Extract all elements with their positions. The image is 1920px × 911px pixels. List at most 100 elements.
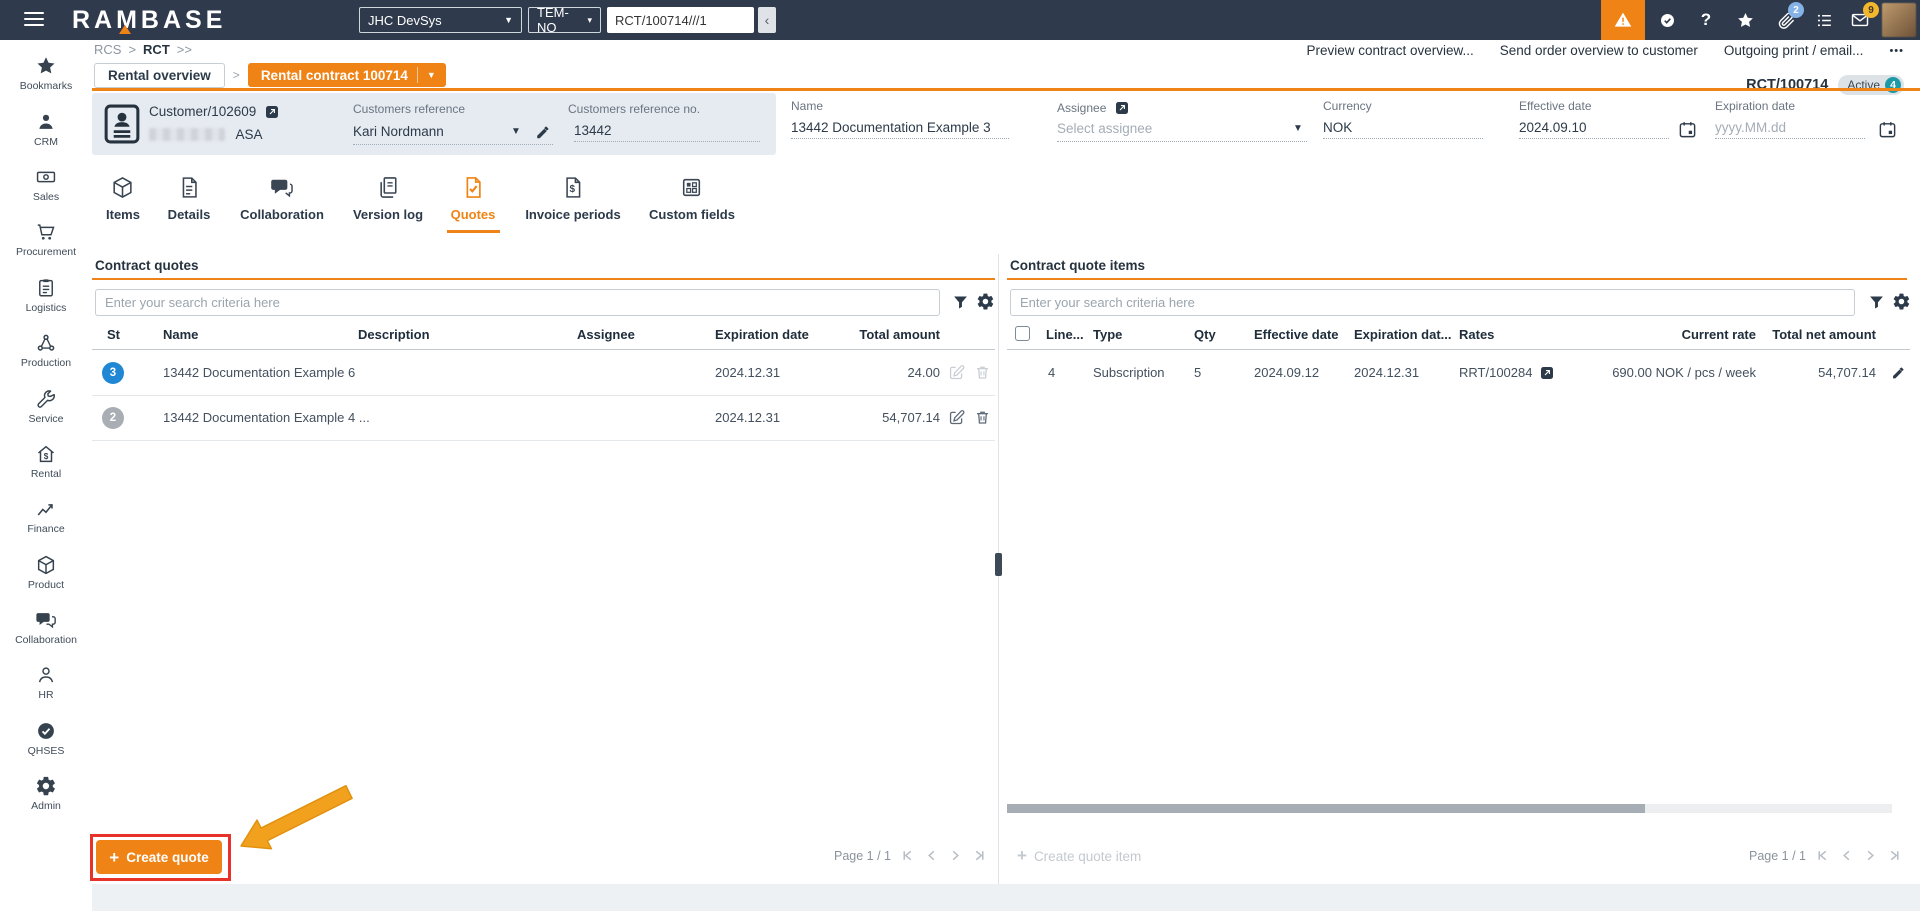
sidebar-item-service[interactable]: Service <box>0 378 92 433</box>
sidebar-item-production[interactable]: Production <box>0 323 92 378</box>
filter-icon[interactable] <box>1868 294 1885 311</box>
col-st[interactable]: St <box>107 327 120 342</box>
sidebar-item-crm[interactable]: CRM <box>0 101 92 156</box>
quote-item-row[interactable]: 4 Subscription 5 2024.09.12 2024.12.31 R… <box>1007 351 1910 396</box>
last-page-icon[interactable] <box>972 848 987 863</box>
sidebar-item-qhses[interactable]: QHSES <box>0 711 92 766</box>
col-expiration-date[interactable]: Expiration date <box>715 327 809 342</box>
quote-items-search-input[interactable] <box>1010 289 1855 316</box>
breadcrumb-rct[interactable]: RCT <box>143 42 170 57</box>
item-rates-link[interactable]: RRT/100284 <box>1459 365 1554 382</box>
edit-icon[interactable] <box>948 364 965 381</box>
sidebar-item-finance[interactable]: Finance <box>0 489 92 544</box>
col-type[interactable]: Type <box>1093 327 1122 342</box>
chevron-down-icon[interactable]: ▼ <box>427 70 436 80</box>
expiration-date-field[interactable]: yyyy.MM.dd <box>1715 120 1865 139</box>
horizontal-scrollbar[interactable] <box>1007 804 1892 813</box>
first-page-icon[interactable] <box>900 848 915 863</box>
sidebar-item-bookmarks[interactable]: Bookmarks <box>0 46 92 101</box>
last-page-icon[interactable] <box>1887 848 1902 863</box>
more-actions-button[interactable]: ••• <box>1889 45 1904 57</box>
tab-version-log[interactable]: Version log <box>353 175 423 222</box>
gear-icon[interactable] <box>976 292 995 311</box>
external-link-icon[interactable] <box>1115 101 1128 119</box>
favorites-button[interactable] <box>1723 0 1767 40</box>
status-badge[interactable]: Active 4 <box>1838 75 1904 95</box>
sidebar-item-logistics[interactable]: Logistics <box>0 268 92 323</box>
tab-rental-contract[interactable]: Rental contract 100714 ▼ <box>247 63 446 87</box>
col-rates[interactable]: Rates <box>1459 327 1494 342</box>
tab-rental-overview[interactable]: Rental overview <box>94 62 225 88</box>
prev-page-icon[interactable] <box>1839 848 1854 863</box>
sidebar-item-admin[interactable]: Admin <box>0 766 92 821</box>
col-assignee[interactable]: Assignee <box>577 327 635 342</box>
col-total-amount[interactable]: Total amount <box>859 327 940 342</box>
breadcrumb-rcs[interactable]: RCS <box>94 42 121 57</box>
next-page-icon[interactable] <box>948 848 963 863</box>
prev-page-icon[interactable] <box>924 848 939 863</box>
col-current-rate[interactable]: Current rate <box>1682 327 1756 342</box>
panel-resize-handle[interactable] <box>995 553 1002 576</box>
delete-icon[interactable] <box>974 364 991 381</box>
quote-row[interactable]: 2 13442 Documentation Example 4 ... 2024… <box>92 396 995 441</box>
col-effective-date[interactable]: Effective date <box>1254 327 1339 342</box>
messages-button[interactable]: 9 <box>1838 0 1882 40</box>
send-order-overview-link[interactable]: Send order overview to customer <box>1500 43 1698 58</box>
customer-link[interactable]: Customer/102609 <box>149 103 278 123</box>
col-expiration-date[interactable]: Expiration dat... <box>1354 327 1452 342</box>
currency-field[interactable]: NOK <box>1323 120 1483 139</box>
select-all-checkbox[interactable] <box>1015 326 1030 341</box>
tab-quotes[interactable]: Quotes <box>451 175 495 222</box>
collapse-search-button[interactable]: ‹ <box>758 7 776 33</box>
name-field[interactable]: 13442 Documentation Example 3 <box>791 120 1009 139</box>
tab-details[interactable]: Details <box>168 175 210 222</box>
filter-icon[interactable] <box>952 294 969 311</box>
user-avatar[interactable] <box>1882 3 1916 37</box>
tab-items[interactable]: Items <box>106 175 140 222</box>
alerts-button[interactable] <box>1601 0 1645 40</box>
assignee-field[interactable]: Select assignee ▼ <box>1057 120 1307 142</box>
first-page-icon[interactable] <box>1815 848 1830 863</box>
edit-pencil-icon[interactable] <box>1891 366 1905 380</box>
sidebar-item-collaboration[interactable]: Collaboration <box>0 600 92 655</box>
menu-icon[interactable] <box>24 12 44 28</box>
approvals-button[interactable] <box>1645 0 1689 40</box>
col-name[interactable]: Name <box>163 327 198 342</box>
create-quote-button[interactable]: + Create quote <box>96 840 222 874</box>
tab-collaboration[interactable]: Collaboration <box>240 175 324 222</box>
sidebar-item-product[interactable]: Product <box>0 545 92 600</box>
col-total-net-amount[interactable]: Total net amount <box>1772 327 1876 342</box>
chevron-down-icon[interactable]: ▼ <box>1293 123 1303 134</box>
external-link-icon[interactable] <box>1541 367 1554 382</box>
help-button[interactable]: ? <box>1684 0 1728 40</box>
gear-icon[interactable] <box>1892 292 1911 311</box>
next-page-icon[interactable] <box>1863 848 1878 863</box>
col-line[interactable]: Line... <box>1046 327 1084 342</box>
edit-pencil-icon[interactable] <box>535 125 550 140</box>
quote-row[interactable]: 3 13442 Documentation Example 6 2024.12.… <box>92 351 995 396</box>
outgoing-print-email-link[interactable]: Outgoing print / email... <box>1724 43 1864 58</box>
create-quote-item-button[interactable]: + Create quote item <box>1017 846 1141 866</box>
external-link-icon[interactable] <box>265 105 278 123</box>
tab-invoice-periods[interactable]: $ Invoice periods <box>525 175 621 222</box>
rambase-logo[interactable]: RAMBASE <box>72 6 226 35</box>
environment-select[interactable]: JHC DevSys ▼ <box>359 7 522 33</box>
delete-icon[interactable] <box>974 409 991 426</box>
effective-date-field[interactable]: 2024.09.10 <box>1519 120 1669 139</box>
status-circle[interactable]: 3 <box>102 362 124 384</box>
preview-contract-overview-link[interactable]: Preview contract overview... <box>1306 43 1473 58</box>
chevron-down-icon[interactable]: ▼ <box>511 126 521 137</box>
company-select[interactable]: TEM-NO ▾ <box>528 5 601 35</box>
sidebar-item-sales[interactable]: Sales <box>0 157 92 212</box>
scrollbar-thumb[interactable] <box>1007 804 1645 813</box>
col-description[interactable]: Description <box>358 327 430 342</box>
customers-reference-field[interactable]: Kari Nordmann ▼ <box>353 123 553 145</box>
sidebar-item-procurement[interactable]: Procurement <box>0 212 92 267</box>
quotes-search-input[interactable] <box>95 289 940 316</box>
tab-custom-fields[interactable]: Custom fields <box>649 175 735 222</box>
calendar-icon[interactable] <box>1678 120 1697 139</box>
sidebar-item-rental[interactable]: $ Rental <box>0 434 92 489</box>
calendar-icon[interactable] <box>1878 120 1897 139</box>
edit-icon[interactable] <box>948 409 965 426</box>
col-qty[interactable]: Qty <box>1194 327 1216 342</box>
